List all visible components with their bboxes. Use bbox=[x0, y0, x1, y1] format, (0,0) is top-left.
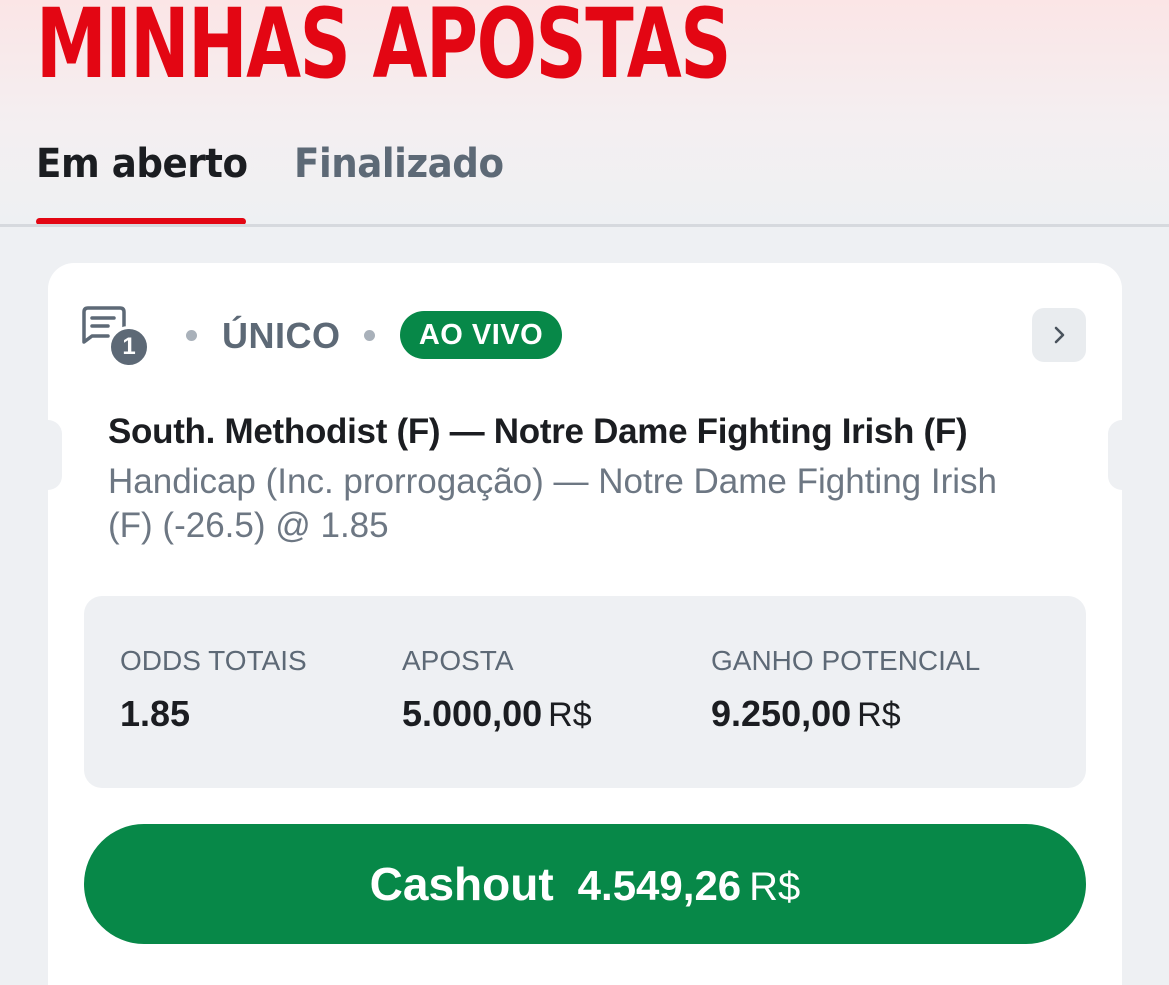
card-notch-left bbox=[48, 420, 62, 490]
market-description: Handicap (Inc. prorrogação) — Notre Dame… bbox=[108, 462, 997, 545]
separator-dot bbox=[186, 330, 197, 341]
stat-label: ODDS TOTAIS bbox=[120, 645, 307, 676]
stat-value: 1.85 bbox=[120, 694, 307, 734]
page-header: MINHAS APOSTAS Em aberto Finalizado bbox=[0, 0, 1169, 227]
ticket-icon: 1 bbox=[82, 304, 152, 368]
cashout-button[interactable]: Cashout 4.549,26 R$ bbox=[84, 824, 1086, 944]
separator-dot bbox=[364, 330, 375, 341]
chevron-right-icon bbox=[1054, 326, 1065, 344]
currency: R$ bbox=[857, 696, 901, 734]
odds-value: 1.85 bbox=[120, 693, 191, 734]
cashout-content: Cashout 4.549,26 R$ bbox=[370, 824, 801, 956]
tab-bar: Em aberto Finalizado bbox=[0, 138, 1169, 226]
bet-type: ÚNICO bbox=[222, 315, 341, 356]
tab-open-label: Em aberto bbox=[36, 141, 248, 187]
stat-total-odds: ODDS TOTAIS 1.85 bbox=[120, 644, 307, 734]
live-badge: AO VIVO bbox=[400, 311, 562, 359]
tab-open[interactable]: Em aberto bbox=[36, 138, 248, 226]
tabs-divider bbox=[0, 224, 1169, 227]
stat-label: APOSTA bbox=[402, 645, 514, 676]
stat-label: GANHO POTENCIAL bbox=[711, 645, 981, 676]
stake-value: 5.000,00 bbox=[402, 693, 543, 734]
selections-count-badge: 1 bbox=[108, 326, 150, 368]
potential-win-value: 9.250,00 bbox=[711, 693, 852, 734]
page: MINHAS APOSTAS Em aberto Finalizado 1 ÚN… bbox=[0, 0, 1169, 985]
stat-potential-win: GANHO POTENCIAL 9.250,00 R$ bbox=[711, 644, 980, 735]
tab-finished[interactable]: Finalizado bbox=[294, 138, 524, 226]
stat-stake: APOSTA 5.000,00 R$ bbox=[402, 644, 592, 735]
page-title: MINHAS APOSTAS bbox=[36, 0, 731, 100]
bet-details-button[interactable] bbox=[1032, 308, 1086, 362]
stat-value: 9.250,00 R$ bbox=[711, 694, 980, 735]
stat-value: 5.000,00 R$ bbox=[402, 694, 592, 735]
cashout-amount: 4.549,26 bbox=[577, 862, 742, 909]
currency: R$ bbox=[749, 865, 801, 909]
card-notch-right bbox=[1108, 420, 1122, 490]
currency: R$ bbox=[548, 696, 592, 734]
cashout-label: Cashout bbox=[369, 858, 554, 910]
event-title: South. Methodist (F) — Notre Dame Fighti… bbox=[108, 412, 968, 451]
tab-finished-label: Finalizado bbox=[294, 141, 504, 187]
